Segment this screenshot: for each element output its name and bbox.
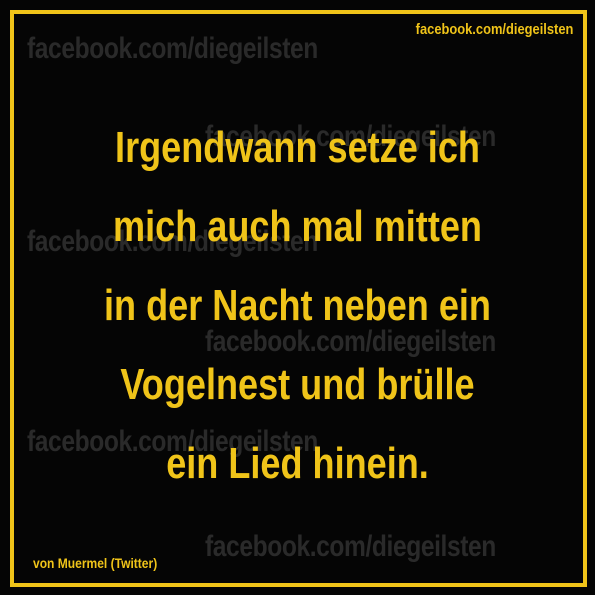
watermark-text: facebook.com/diegeilsten xyxy=(205,530,496,563)
meme-image: facebook.com/diegeilsten facebook.com/di… xyxy=(0,0,595,595)
quote-line: mich auch mal mitten xyxy=(113,202,482,251)
quote-line: ein Lied hinein. xyxy=(166,439,429,488)
quote-line: Vogelnest und brülle xyxy=(120,360,475,409)
source-link-text: facebook.com/diegeilsten xyxy=(415,21,573,38)
quote-line: Irgendwann setze ich xyxy=(115,123,480,172)
quote-line: in der Nacht neben ein xyxy=(104,281,491,330)
watermark-text: facebook.com/diegeilsten xyxy=(27,32,318,65)
quote-text: Irgendwann setze ich mich auch mal mitte… xyxy=(20,108,575,503)
author-credit: von Muermel (Twitter) xyxy=(33,555,158,571)
